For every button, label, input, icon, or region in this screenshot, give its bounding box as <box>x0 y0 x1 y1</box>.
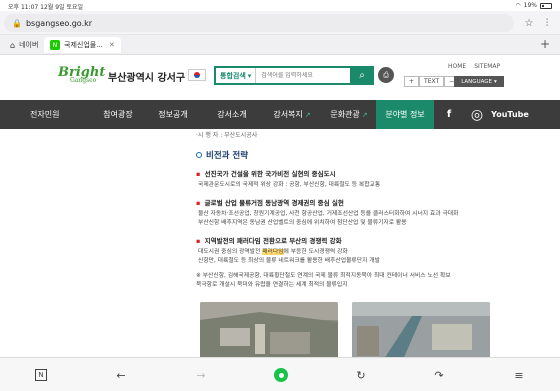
site-title: 부산광역시 강서구 <box>108 73 186 84</box>
site-logo[interactable]: Bright Gangseo <box>58 65 105 84</box>
vision-item-title: ▪ 글로벌 산업 물류거점 동남광역 경제권의 중심 실현 <box>196 197 500 207</box>
implementer-line: ·시 행 자 : 부산도시공사 <box>196 132 258 139</box>
naver-favicon-icon: N <box>50 40 60 50</box>
vision-item-body: 신항만, 대륙철도 등 최상의 물류 네트워크를 활용한 배후산업물류단지 개발 <box>198 258 380 264</box>
chevron-down-icon: ▾ <box>494 78 497 85</box>
nav-item-disclosure[interactable]: 정보공개 <box>144 100 202 129</box>
bullet-icon: ▪ <box>196 198 201 207</box>
lock-icon: 🔒 <box>12 18 22 28</box>
nav-label: 문화관광 <box>330 110 360 119</box>
tab-label: 네이버 <box>19 41 39 49</box>
tab-bar: ⌂ 네이버 N 국제신업물... ✕ + <box>0 35 560 55</box>
aerial-photo-2 <box>352 302 490 357</box>
vision-item-title-text: 글로벌 산업 물류거점 동남광역 경제권의 중심 실현 <box>204 198 344 207</box>
vision-item-title-text: 선진국가 건설을 위한 국가비전 실현의 중심도시 <box>204 170 336 178</box>
share-icon[interactable]: ↷ <box>428 364 450 386</box>
bookmark-star-icon[interactable]: ☆ <box>522 16 536 30</box>
external-link-icon: ↗ <box>304 110 311 119</box>
language-label: LANGUAGE <box>461 78 492 85</box>
status-time: 오후 11:07 12월 9일 토요일 <box>8 4 84 11</box>
vision-item-title: ▪ 지역발전의 패러다임 전환으로 부산의 경쟁력 강화 <box>196 235 500 245</box>
language-select[interactable]: LANGUAGE ▾ <box>454 76 504 87</box>
site-header: Bright Gangseo 부산광역시 강서구 통합검색 ▾ ⌕ ⎙ HOME… <box>0 55 560 100</box>
tab-naver[interactable]: ⌂ 네이버 <box>4 37 44 53</box>
main-content: ·시 행 자 : 부산도시공사 비전과 전략 ▪ 선진국가 건설을 위한 국가비… <box>190 129 500 357</box>
vision-item-body: 물산 자동차·조선공업, 창원기계공업, 사천 항공산업, 거제조선산업 등을 … <box>198 210 459 217</box>
search-icon: ⌕ <box>359 70 365 81</box>
note-text: ※ 부산신항, 김해국제공항, 대륙횡단철도 연계의 국제 물류 최적지동북아 … <box>196 272 451 279</box>
nav-item-minwon[interactable]: 전자민원 <box>0 100 92 129</box>
reader-mode-icon[interactable]: ⫶ <box>540 16 554 30</box>
search-scope-select[interactable]: 통합검색 ▾ <box>216 68 257 83</box>
tab-label: 국제신업물... <box>64 41 103 49</box>
address-bar[interactable]: 🔒 bsgangseo.go.kr <box>4 14 514 32</box>
home-green-icon[interactable] <box>270 364 292 386</box>
close-icon[interactable]: ✕ <box>109 41 115 49</box>
korea-flag-icon <box>188 69 206 81</box>
note-text: 북극항로 개설시 북미와 유럽을 연결하는 세계 최적의 물류입지 <box>196 282 348 288</box>
body-text: 대도시권 중심의 광역발전 <box>198 248 263 255</box>
nav-label: 강서복지 <box>273 110 303 119</box>
bullet-icon: ▪ <box>196 170 201 178</box>
new-tab-icon[interactable]: + <box>540 37 550 51</box>
search-box: 통합검색 ▾ ⌕ <box>214 66 374 85</box>
menu-icon[interactable]: ≡ <box>508 364 530 386</box>
forward-arrow-icon[interactable]: → <box>190 364 212 386</box>
font-size-controls: + TEXT − <box>404 76 460 87</box>
font-increase-button[interactable]: + <box>404 76 420 87</box>
wifi-icon: ◠ <box>515 2 521 9</box>
search-scope-label: 통합검색 <box>220 71 246 80</box>
browser-bottom-toolbar: N ← → ↻ ↷ ≡ <box>0 357 560 391</box>
vision-item-title-text: 지역발전의 패러다임 전환으로 부산의 경쟁력 강화 <box>204 236 342 245</box>
home-icon: ⌂ <box>10 40 16 50</box>
nav-item-participation[interactable]: 참여광장 <box>92 100 144 129</box>
vision-item-body: 부산신항 배후지역은 동남권 산업벨트의 중심에 위치하여 첨단산업 및 물류기… <box>198 220 407 226</box>
highlighted-text: 패러다임 <box>262 248 284 255</box>
bullet-icon: ▪ <box>196 236 201 245</box>
vision-item-body: 대도시권 중심의 광역발전 패러다임에 부응한 도시경쟁력 강화 <box>198 248 500 257</box>
vision-item-title: ▪ 선진국가 건설을 위한 국가비전 실현의 중심도시 <box>196 168 500 178</box>
external-link-icon: ↗ <box>361 110 368 119</box>
naver-n-icon[interactable]: N <box>30 364 52 386</box>
printer-icon: ⎙ <box>383 70 389 79</box>
tab-current[interactable]: N 국제신업물... ✕ <box>44 37 121 53</box>
battery-percent: 19% <box>523 2 537 9</box>
status-bar: 오후 11:07 12월 9일 토요일 ◠ 19% <box>0 0 560 11</box>
status-indicators: ◠ 19% <box>515 2 552 9</box>
section-title: 비전과 전략 <box>196 149 500 161</box>
youtube-icon[interactable]: YouTube <box>490 100 530 129</box>
address-bar-row: 🔒 bsgangseo.go.kr ☆ ⫶ <box>0 11 560 35</box>
photo-gallery <box>200 302 490 357</box>
body-text: 에 부응한 도시경쟁력 강화 <box>283 248 348 255</box>
nav-item-about[interactable]: 강서소개 <box>202 100 262 129</box>
refresh-icon[interactable]: ↻ <box>350 364 372 386</box>
battery-icon <box>540 2 552 9</box>
facebook-icon[interactable]: f <box>434 100 464 129</box>
sitemap-link[interactable]: SITEMAP <box>474 63 500 70</box>
font-text-label: TEXT <box>419 76 445 87</box>
search-input[interactable] <box>256 72 357 79</box>
print-button[interactable]: ⎙ <box>378 67 394 83</box>
aerial-photo-1 <box>200 302 338 357</box>
top-links: HOME SITEMAP <box>448 63 500 70</box>
main-nav: 전자민원 참여광장 정보공개 강서소개 강서복지 ↗ 문화관광 ↗ 분야별 정보… <box>0 100 560 129</box>
section-title-text: 비전과 전략 <box>206 151 249 161</box>
instagram-icon[interactable]: ◎ <box>464 100 490 129</box>
search-button[interactable]: ⌕ <box>350 66 374 85</box>
nav-item-welfare[interactable]: 강서복지 ↗ <box>262 100 322 129</box>
chevron-down-icon: ▾ <box>247 71 252 80</box>
nav-item-culture[interactable]: 문화관광 ↗ <box>322 100 376 129</box>
back-arrow-icon[interactable]: ← <box>110 364 132 386</box>
circle-bullet-icon <box>196 152 202 158</box>
nav-item-sector-info[interactable]: 분야별 정보 <box>376 100 434 129</box>
home-link[interactable]: HOME <box>448 63 466 70</box>
vision-item-body: 국제관문도시로의 국제적 위상 강화 : 공항, 부산신항, 대륙철도 등 복합… <box>198 182 381 188</box>
url-text: bsgangseo.go.kr <box>25 18 93 28</box>
